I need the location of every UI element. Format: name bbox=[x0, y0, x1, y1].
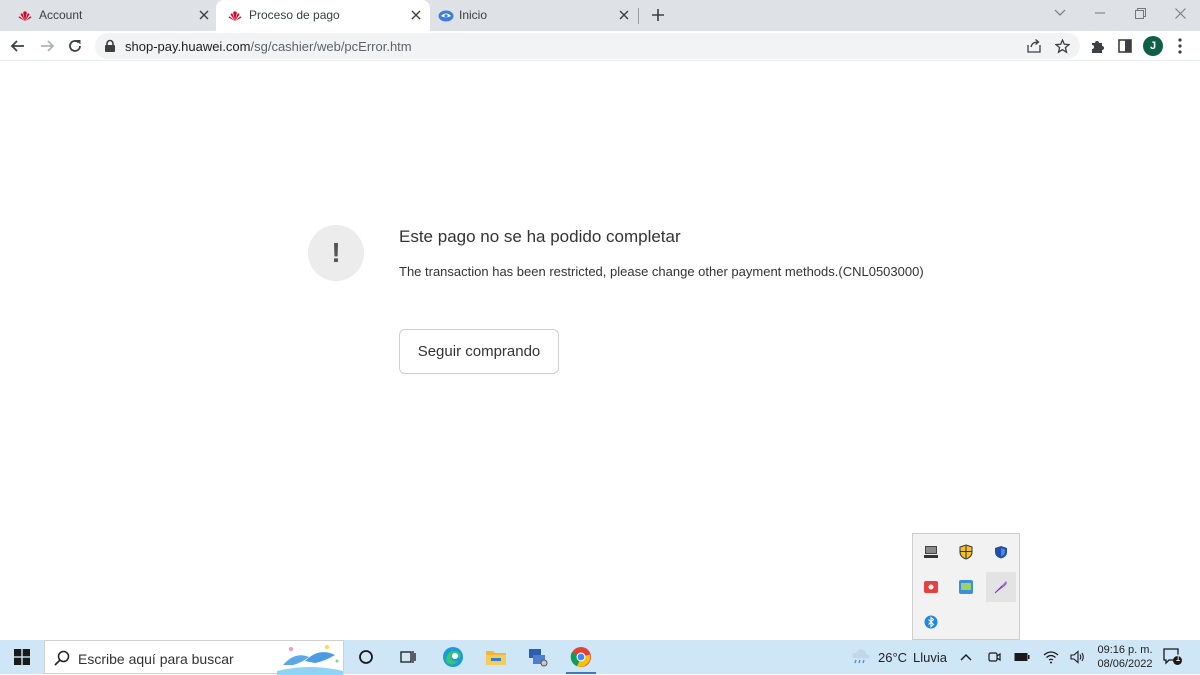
tab-divider bbox=[638, 8, 639, 24]
tab-title: Proceso de pago bbox=[249, 8, 340, 22]
security-shield-icon[interactable] bbox=[951, 537, 981, 567]
cortana-button[interactable] bbox=[353, 642, 379, 672]
task-view-button[interactable] bbox=[395, 642, 421, 672]
bookmark-star-icon[interactable] bbox=[1053, 37, 1071, 55]
close-window-button[interactable] bbox=[1168, 4, 1192, 22]
defender-icon[interactable] bbox=[986, 537, 1016, 567]
rain-cloud-icon bbox=[852, 649, 870, 664]
error-icon: ! bbox=[308, 225, 364, 281]
cortana-circle-icon bbox=[359, 650, 373, 664]
task-view-icon bbox=[400, 651, 416, 663]
volume-icon bbox=[1070, 650, 1084, 664]
tab-account[interactable]: Account bbox=[0, 0, 216, 31]
chrome-icon bbox=[570, 647, 591, 667]
notification-center-button[interactable]: 1 bbox=[1163, 648, 1183, 666]
network-device-icon[interactable] bbox=[916, 537, 946, 567]
chevron-up-icon bbox=[960, 654, 972, 661]
taskbar-file-explorer[interactable] bbox=[481, 642, 511, 672]
wifi-icon bbox=[1043, 651, 1059, 664]
taskbar-search-box[interactable]: Escribe aquí para buscar bbox=[44, 640, 345, 675]
inicio-icon bbox=[438, 10, 454, 22]
weather-desc: Lluvia bbox=[913, 649, 948, 665]
side-panel-icon bbox=[1118, 39, 1132, 53]
pen-feather-icon[interactable] bbox=[986, 572, 1016, 602]
tab-search-button[interactable] bbox=[1048, 4, 1072, 22]
battery-icon bbox=[1014, 653, 1030, 661]
restore-icon bbox=[1134, 7, 1146, 19]
close-tab-icon[interactable] bbox=[408, 7, 424, 23]
plus-icon bbox=[652, 9, 664, 21]
taskbar-chrome[interactable] bbox=[566, 642, 596, 672]
url-text[interactable]: shop-pay.huawei.com/sg/cashier/web/pcErr… bbox=[125, 39, 412, 54]
minimize-icon bbox=[1095, 12, 1105, 14]
side-panel-button[interactable] bbox=[1115, 36, 1135, 56]
recorder-icon[interactable] bbox=[916, 572, 946, 602]
folder-icon bbox=[486, 651, 506, 665]
tab-strip: Account Proceso de pago Inicio bbox=[0, 0, 1200, 31]
minimize-button[interactable] bbox=[1088, 4, 1112, 22]
clock-date: 08/06/2022 bbox=[1097, 658, 1153, 670]
browser-toolbar: shop-pay.huawei.com/sg/cashier/web/pcErr… bbox=[0, 31, 1200, 61]
battery-button[interactable] bbox=[1013, 648, 1031, 666]
chevron-down-icon bbox=[1054, 9, 1066, 16]
edge-icon bbox=[443, 647, 463, 667]
remote-desktop-icon bbox=[529, 649, 548, 667]
windows-icon bbox=[14, 649, 30, 665]
search-highlight-dolphins-icon[interactable] bbox=[275, 641, 345, 675]
volume-button[interactable] bbox=[1069, 648, 1087, 666]
reload-button[interactable] bbox=[65, 36, 85, 56]
new-tab-button[interactable] bbox=[648, 5, 668, 25]
app-monitor-icon[interactable] bbox=[951, 572, 981, 602]
meet-now-icon bbox=[988, 652, 1001, 662]
forward-button[interactable] bbox=[37, 36, 57, 56]
close-tab-icon[interactable] bbox=[196, 7, 212, 23]
weather-temp: 26°C bbox=[878, 649, 908, 665]
close-icon bbox=[1174, 7, 1186, 19]
wifi-button[interactable] bbox=[1042, 648, 1060, 666]
meet-now-button[interactable] bbox=[985, 648, 1003, 666]
tab-inicio[interactable]: Inicio bbox=[430, 0, 638, 31]
chrome-menu-button[interactable] bbox=[1170, 36, 1190, 56]
error-title: Este pago no se ha podido completar bbox=[399, 227, 681, 246]
error-message: The transaction has been restricted, ple… bbox=[399, 264, 924, 279]
reload-icon bbox=[69, 40, 81, 52]
extensions-button[interactable] bbox=[1087, 36, 1107, 56]
clock[interactable]: 09:16 p. m. 08/06/2022 bbox=[1096, 643, 1154, 671]
tab-title: Account bbox=[39, 8, 83, 22]
address-bar[interactable]: shop-pay.huawei.com/sg/cashier/web/pcErr… bbox=[95, 33, 1080, 59]
bluetooth-icon[interactable] bbox=[916, 607, 946, 637]
tab-proceso-de-pago[interactable]: Proceso de pago bbox=[216, 0, 430, 31]
search-icon bbox=[54, 650, 70, 666]
notification-badge: 1 bbox=[1175, 653, 1181, 663]
puzzle-icon bbox=[1091, 40, 1104, 53]
huawei-icon bbox=[228, 11, 242, 21]
weather-widget[interactable]: 26°C Lluvia bbox=[851, 648, 947, 666]
search-placeholder: Escribe aquí para buscar bbox=[78, 651, 234, 667]
clock-time: 09:16 p. m. bbox=[1097, 644, 1153, 656]
start-button[interactable] bbox=[8, 642, 36, 672]
back-button[interactable] bbox=[8, 36, 28, 56]
arrow-right-icon bbox=[41, 40, 55, 52]
profile-avatar[interactable]: J bbox=[1143, 36, 1163, 56]
huawei-icon bbox=[18, 11, 32, 21]
close-tab-icon[interactable] bbox=[616, 7, 632, 23]
tray-overflow-popup bbox=[912, 533, 1020, 640]
lock-icon[interactable] bbox=[103, 39, 117, 53]
arrow-left-icon bbox=[10, 40, 24, 52]
restore-button[interactable] bbox=[1128, 4, 1152, 22]
share-icon[interactable] bbox=[1025, 37, 1043, 55]
continue-shopping-button[interactable]: Seguir comprando bbox=[399, 329, 559, 374]
taskbar-edge[interactable] bbox=[438, 642, 468, 672]
taskbar-network-app[interactable] bbox=[523, 642, 553, 672]
tab-title: Inicio bbox=[459, 8, 488, 22]
more-vertical-icon bbox=[1178, 38, 1182, 54]
show-hidden-icons-button[interactable] bbox=[957, 648, 975, 666]
